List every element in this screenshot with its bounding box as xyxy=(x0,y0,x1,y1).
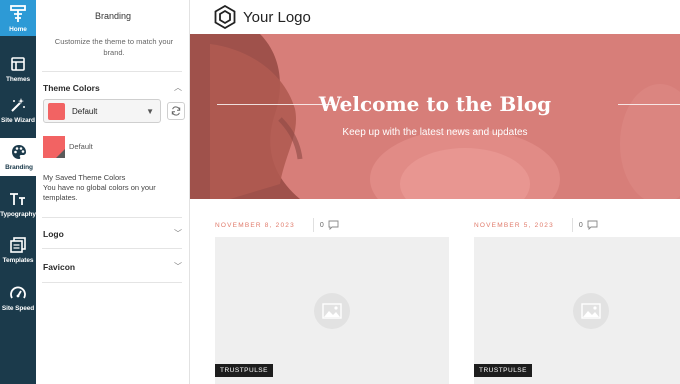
panel-description: Customize the theme to match your brand. xyxy=(54,37,174,57)
rail-label-branding: Branding xyxy=(5,164,33,171)
post-category-tag[interactable]: TRUSTPULSE xyxy=(474,364,532,377)
rail-item-themes[interactable]: Themes xyxy=(0,55,36,83)
divider xyxy=(42,282,182,283)
speedometer-icon xyxy=(9,284,27,302)
icon-rail: Home Themes Site Wizard Branding Typogra… xyxy=(0,0,38,384)
rail-label-site-wizard: Site Wizard xyxy=(1,117,35,124)
palette-icon xyxy=(10,143,28,161)
rail-item-home[interactable]: Home xyxy=(0,0,36,36)
rail-item-templates[interactable]: Templates xyxy=(0,236,36,264)
branding-panel: Branding Customize the theme to match yo… xyxy=(36,0,190,384)
default-color-swatch[interactable] xyxy=(43,136,65,158)
image-placeholder-icon xyxy=(573,292,609,329)
theme-color-select[interactable]: Default ▼ xyxy=(43,99,161,123)
typography-icon xyxy=(9,190,27,208)
themes-icon xyxy=(9,55,27,73)
rail-item-site-wizard[interactable]: Site Wizard xyxy=(0,96,36,124)
hero-title: Welcome to the Blog xyxy=(318,92,552,116)
divider xyxy=(42,71,182,72)
hero-overlay xyxy=(190,34,680,199)
logo-heading: Logo xyxy=(43,228,64,239)
image-placeholder-icon xyxy=(314,292,350,329)
rail-label-home: Home xyxy=(9,26,27,33)
saved-theme-colors: My Saved Theme Colors You have no global… xyxy=(43,173,183,203)
home-logo-icon xyxy=(9,5,27,23)
comment-count[interactable]: 0 xyxy=(320,222,324,229)
templates-icon xyxy=(9,236,27,254)
theme-color-select-value: Default xyxy=(72,106,98,116)
divider xyxy=(42,217,182,218)
rail-item-branding[interactable]: Branding xyxy=(0,138,38,176)
chevron-down-icon: ▼ xyxy=(146,106,154,116)
favicon-heading: Favicon xyxy=(43,261,76,272)
divider xyxy=(42,248,182,249)
post-category-tag[interactable]: TRUSTPULSE xyxy=(215,364,273,377)
hero-subtitle: Keep up with the latest news and updates xyxy=(342,127,528,138)
saved-colors-heading: My Saved Theme Colors xyxy=(43,173,126,182)
chevron-up-icon: ︿ xyxy=(174,83,182,92)
comment-icon[interactable] xyxy=(328,220,339,230)
hero-banner: Welcome to the Blog Keep up with the lat… xyxy=(190,34,680,199)
site-logo-text[interactable]: Your Logo xyxy=(243,9,311,26)
color-swatch-small xyxy=(48,102,65,120)
panel-title: Branding xyxy=(94,11,132,21)
post-date: NOVEMBER 5, 2023 xyxy=(474,221,554,229)
meta-divider xyxy=(571,218,573,232)
comment-icon[interactable] xyxy=(587,220,598,230)
logo-section-header[interactable]: Logo ﹀ xyxy=(43,228,182,239)
site-header: Your Logo xyxy=(190,0,680,34)
default-swatch-label: Default xyxy=(69,142,93,151)
rail-label-templates: Templates xyxy=(2,257,34,264)
rail-item-site-speed[interactable]: Site Speed xyxy=(0,284,36,312)
post-meta: NOVEMBER 8, 2023 0 xyxy=(215,218,339,232)
chevron-down-icon: ﹀ xyxy=(174,262,182,271)
post-card[interactable]: TRUSTPULSE xyxy=(215,237,449,384)
saved-colors-empty-text: You have no global colors on your templa… xyxy=(43,183,156,202)
theme-colors-heading: Theme Colors xyxy=(43,82,100,93)
magic-wand-icon xyxy=(9,96,27,114)
post-card[interactable]: TRUSTPULSE xyxy=(474,237,680,384)
comment-count[interactable]: 0 xyxy=(579,222,583,229)
favicon-section-header[interactable]: Favicon ﹀ xyxy=(43,261,182,272)
theme-colors-header[interactable]: Theme Colors ︿ xyxy=(43,82,182,93)
refresh-colors-button[interactable] xyxy=(167,102,185,120)
post-meta: NOVEMBER 5, 2023 0 xyxy=(474,218,598,232)
refresh-icon xyxy=(171,106,181,116)
post-date: NOVEMBER 8, 2023 xyxy=(215,221,295,229)
rail-label-typography: Typography xyxy=(0,211,36,218)
logo-hexagon-icon xyxy=(214,5,236,29)
chevron-down-icon: ﹀ xyxy=(174,229,182,238)
site-preview: Your Logo Welcome to the Blog Keep up wi… xyxy=(190,0,680,384)
rail-item-typography[interactable]: Typography xyxy=(0,190,36,218)
rail-label-themes: Themes xyxy=(6,76,30,83)
rail-label-site-speed: Site Speed xyxy=(1,305,35,312)
meta-divider xyxy=(312,218,314,232)
